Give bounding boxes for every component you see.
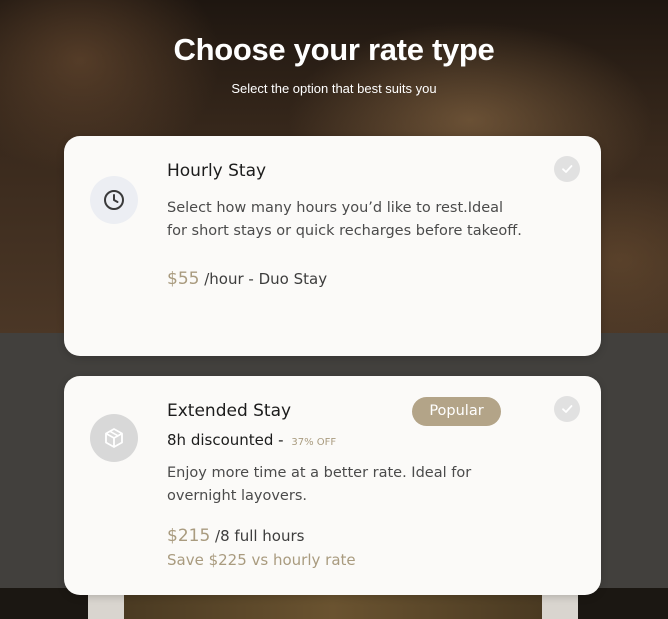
box-icon — [90, 414, 138, 462]
discount-line: 8h discounted - 37% OFF — [167, 430, 497, 453]
rate-option-description: Select how many hours you’d like to rest… — [167, 200, 522, 239]
page-subtitle: Select the option that best suits you — [231, 81, 437, 96]
check-icon[interactable] — [554, 156, 580, 182]
rate-option-title: Extended Stay — [167, 401, 292, 421]
rate-option-price-line: $55 /hour - Duo Stay — [167, 268, 527, 290]
rate-option-content: Extended Stay 8h discounted - 37% OFF En… — [167, 400, 497, 571]
rate-option-title: Hourly Stay — [167, 161, 267, 181]
clock-icon — [90, 176, 138, 224]
rate-option-content: Hourly Stay Select how many hours you’d … — [167, 160, 527, 290]
check-icon[interactable] — [554, 396, 580, 422]
rate-option-hourly-stay[interactable]: Hourly Stay Select how many hours you’d … — [64, 136, 601, 356]
rate-option-price-unit: /hour - Duo Stay — [204, 270, 328, 288]
page-title: Choose your rate type — [173, 32, 495, 67]
rate-option-price: $215 — [167, 526, 211, 546]
rate-option-price-unit: /8 full hours — [215, 527, 305, 545]
rate-option-price: $55 — [167, 269, 200, 289]
discount-label: 8h discounted - — [167, 431, 289, 449]
rate-option-price-line: $215 /8 full hours — [167, 525, 497, 547]
page-header: Choose your rate type Select the option … — [0, 28, 668, 98]
discount-percent: 37% OFF — [291, 437, 337, 448]
rate-option-extended-stay[interactable]: Popular Extended Stay 8h discounted - 37… — [64, 376, 601, 595]
savings-text: Save $225 vs hourly rate — [167, 551, 356, 569]
rate-option-description: Enjoy more time at a better rate. Ideal … — [167, 465, 472, 504]
